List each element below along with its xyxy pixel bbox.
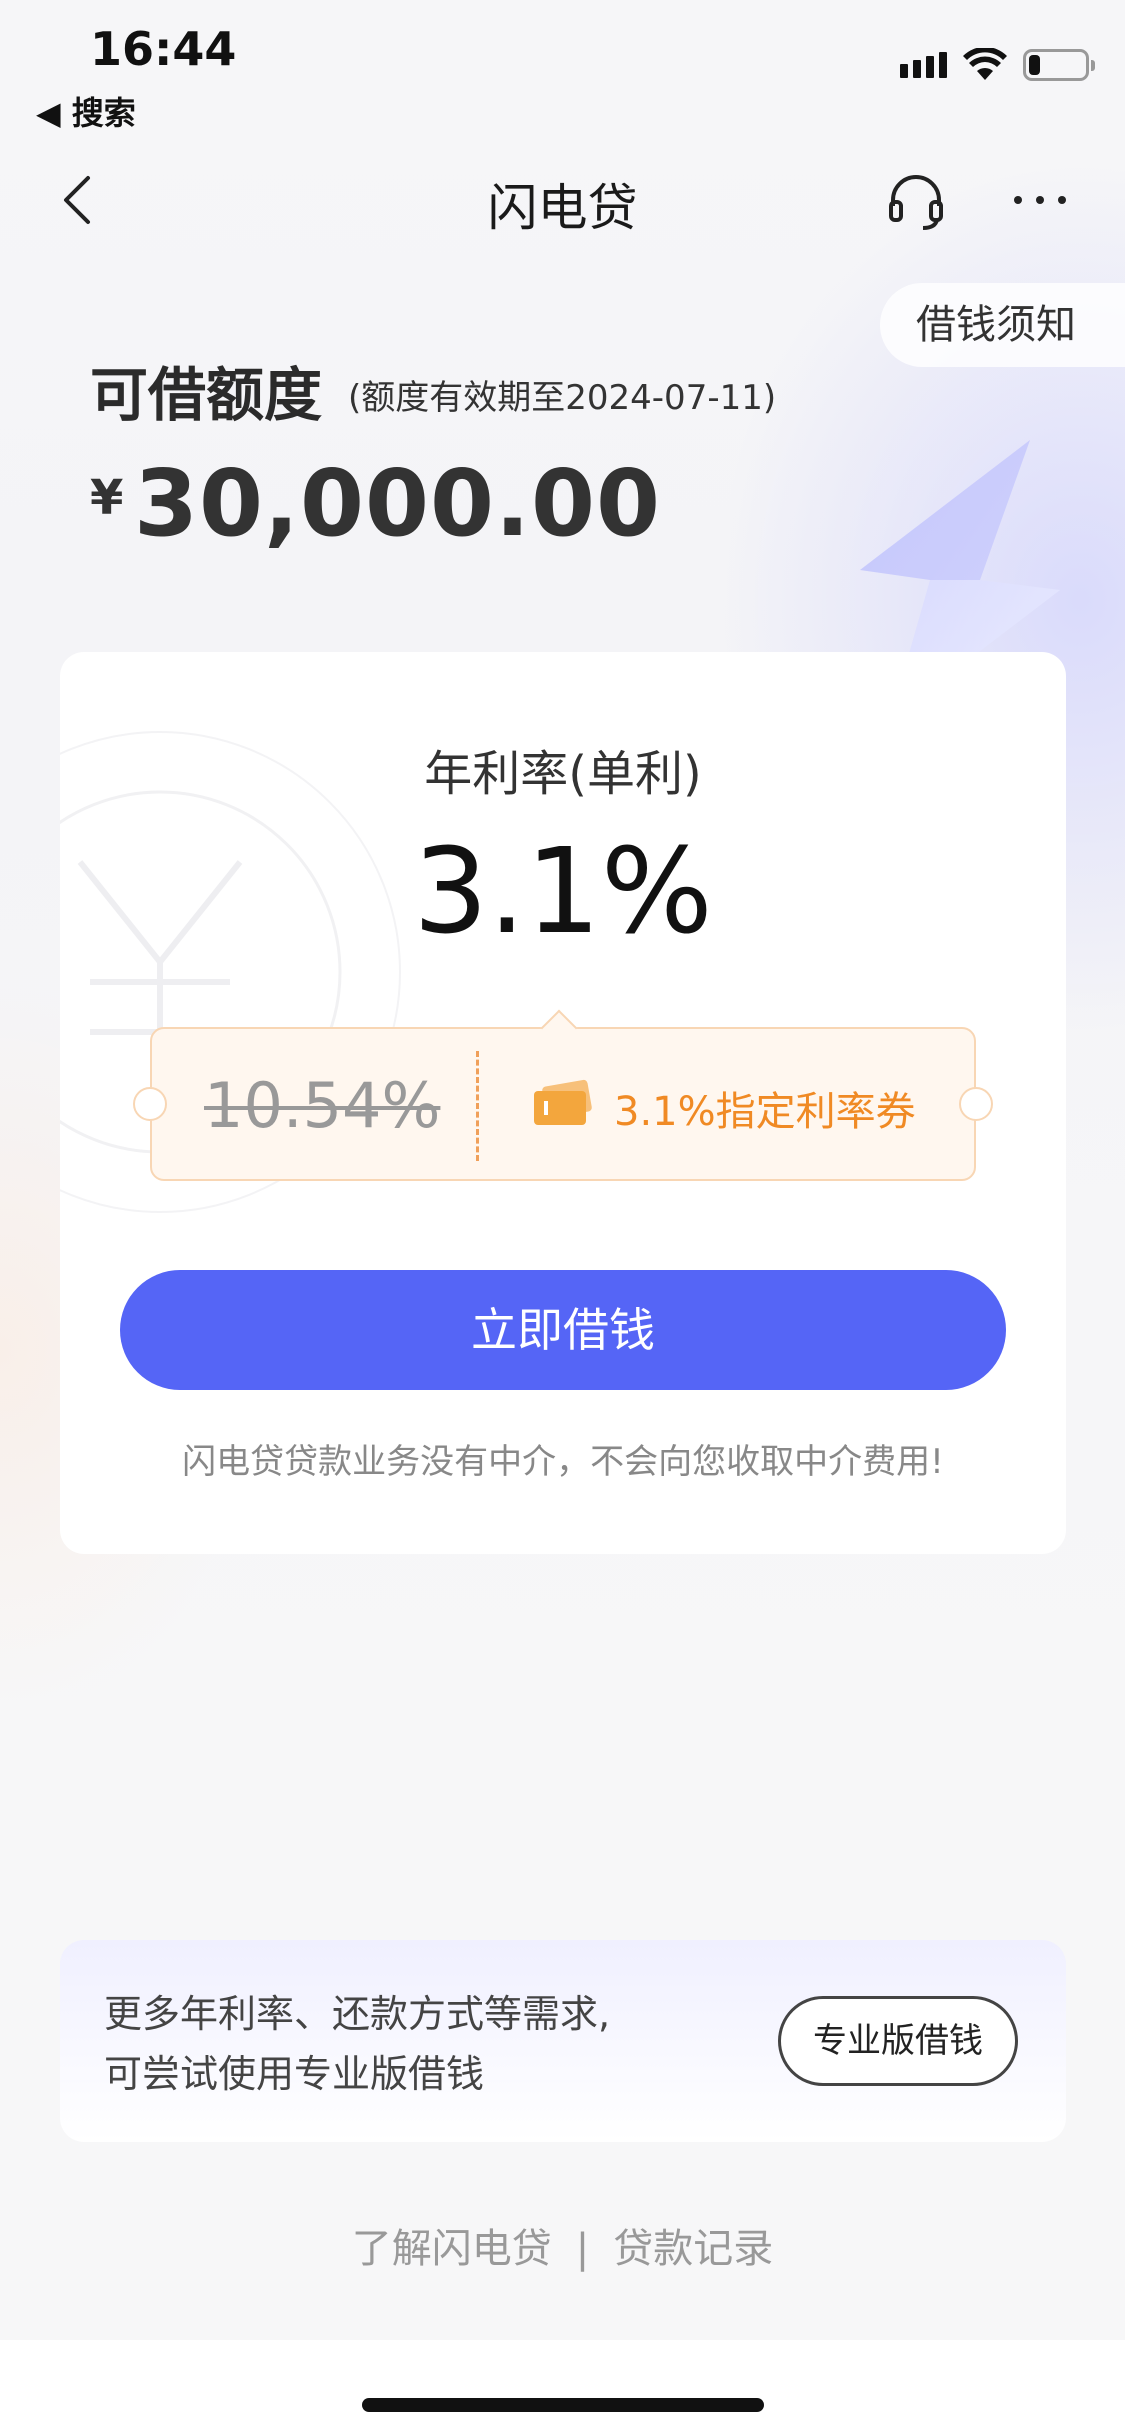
coupon-divider	[476, 1051, 479, 1161]
rate-coupon[interactable]: 10.54% 3.1%指定利率券	[133, 1009, 993, 1181]
no-agent-disclaimer: 闪电贷贷款业务没有中介，不会向您收取中介费用!	[182, 1442, 944, 1482]
borrow-notice-button[interactable]: 借钱须知	[880, 283, 1125, 367]
battery-icon	[1023, 49, 1095, 81]
pro-description-line2: 可尝试使用专业版借钱	[104, 2052, 485, 2096]
original-rate: 10.54%	[204, 1069, 441, 1142]
bottom-safe-area	[0, 2340, 1125, 2435]
currency-symbol: ¥	[90, 470, 124, 526]
pro-version-description: 更多年利率、还款方式等需求, 可尝试使用专业版借钱	[104, 1984, 610, 2104]
page-title: 闪电贷	[487, 179, 638, 237]
cellular-signal-icon	[900, 52, 947, 78]
pro-version-button[interactable]: 专业版借钱	[778, 1996, 1018, 2086]
status-icons	[900, 48, 1095, 82]
back-to-app-link[interactable]: ◀ 搜索	[36, 88, 136, 134]
home-indicator[interactable]	[362, 2398, 764, 2412]
headset-icon[interactable]	[885, 170, 947, 230]
annual-rate-label: 年利率(单利)	[424, 746, 702, 802]
more-dots-icon[interactable]	[1010, 180, 1070, 220]
coupon-text: 3.1%指定利率券	[614, 1089, 916, 1135]
wifi-icon	[963, 48, 1007, 80]
coupon-pointer	[540, 1009, 578, 1047]
loan-records-link[interactable]: 贷款记录	[613, 2216, 773, 2274]
battery-level	[1029, 55, 1040, 75]
ticket-icon	[534, 1079, 592, 1125]
annual-rate-value: 3.1%	[413, 822, 713, 960]
footer-separator: |	[575, 2226, 590, 2272]
rate-card: 年利率(单利) 3.1% 10.54% 3.1%指定利率券 立即借钱 闪电贷贷款…	[60, 652, 1066, 1554]
coupon-notch-right	[959, 1087, 993, 1121]
status-time: 16:44	[90, 22, 237, 76]
pro-version-card: 更多年利率、还款方式等需求, 可尝试使用专业版借钱 专业版借钱	[60, 1940, 1066, 2142]
pro-description-line1: 更多年利率、还款方式等需求,	[104, 1992, 611, 2036]
borrow-now-button[interactable]: 立即借钱	[120, 1270, 1006, 1390]
limit-expiry-date: (额度有效期至2024-07-11)	[348, 378, 777, 418]
about-link[interactable]: 了解闪电贷	[352, 2216, 552, 2274]
coupon-notch-left	[133, 1087, 167, 1121]
credit-limit-amount: 30,000.00	[134, 450, 661, 557]
footer-links: 了解闪电贷 | 贷款记录	[0, 2216, 1125, 2274]
credit-limit-label: 可借额度	[90, 361, 323, 429]
